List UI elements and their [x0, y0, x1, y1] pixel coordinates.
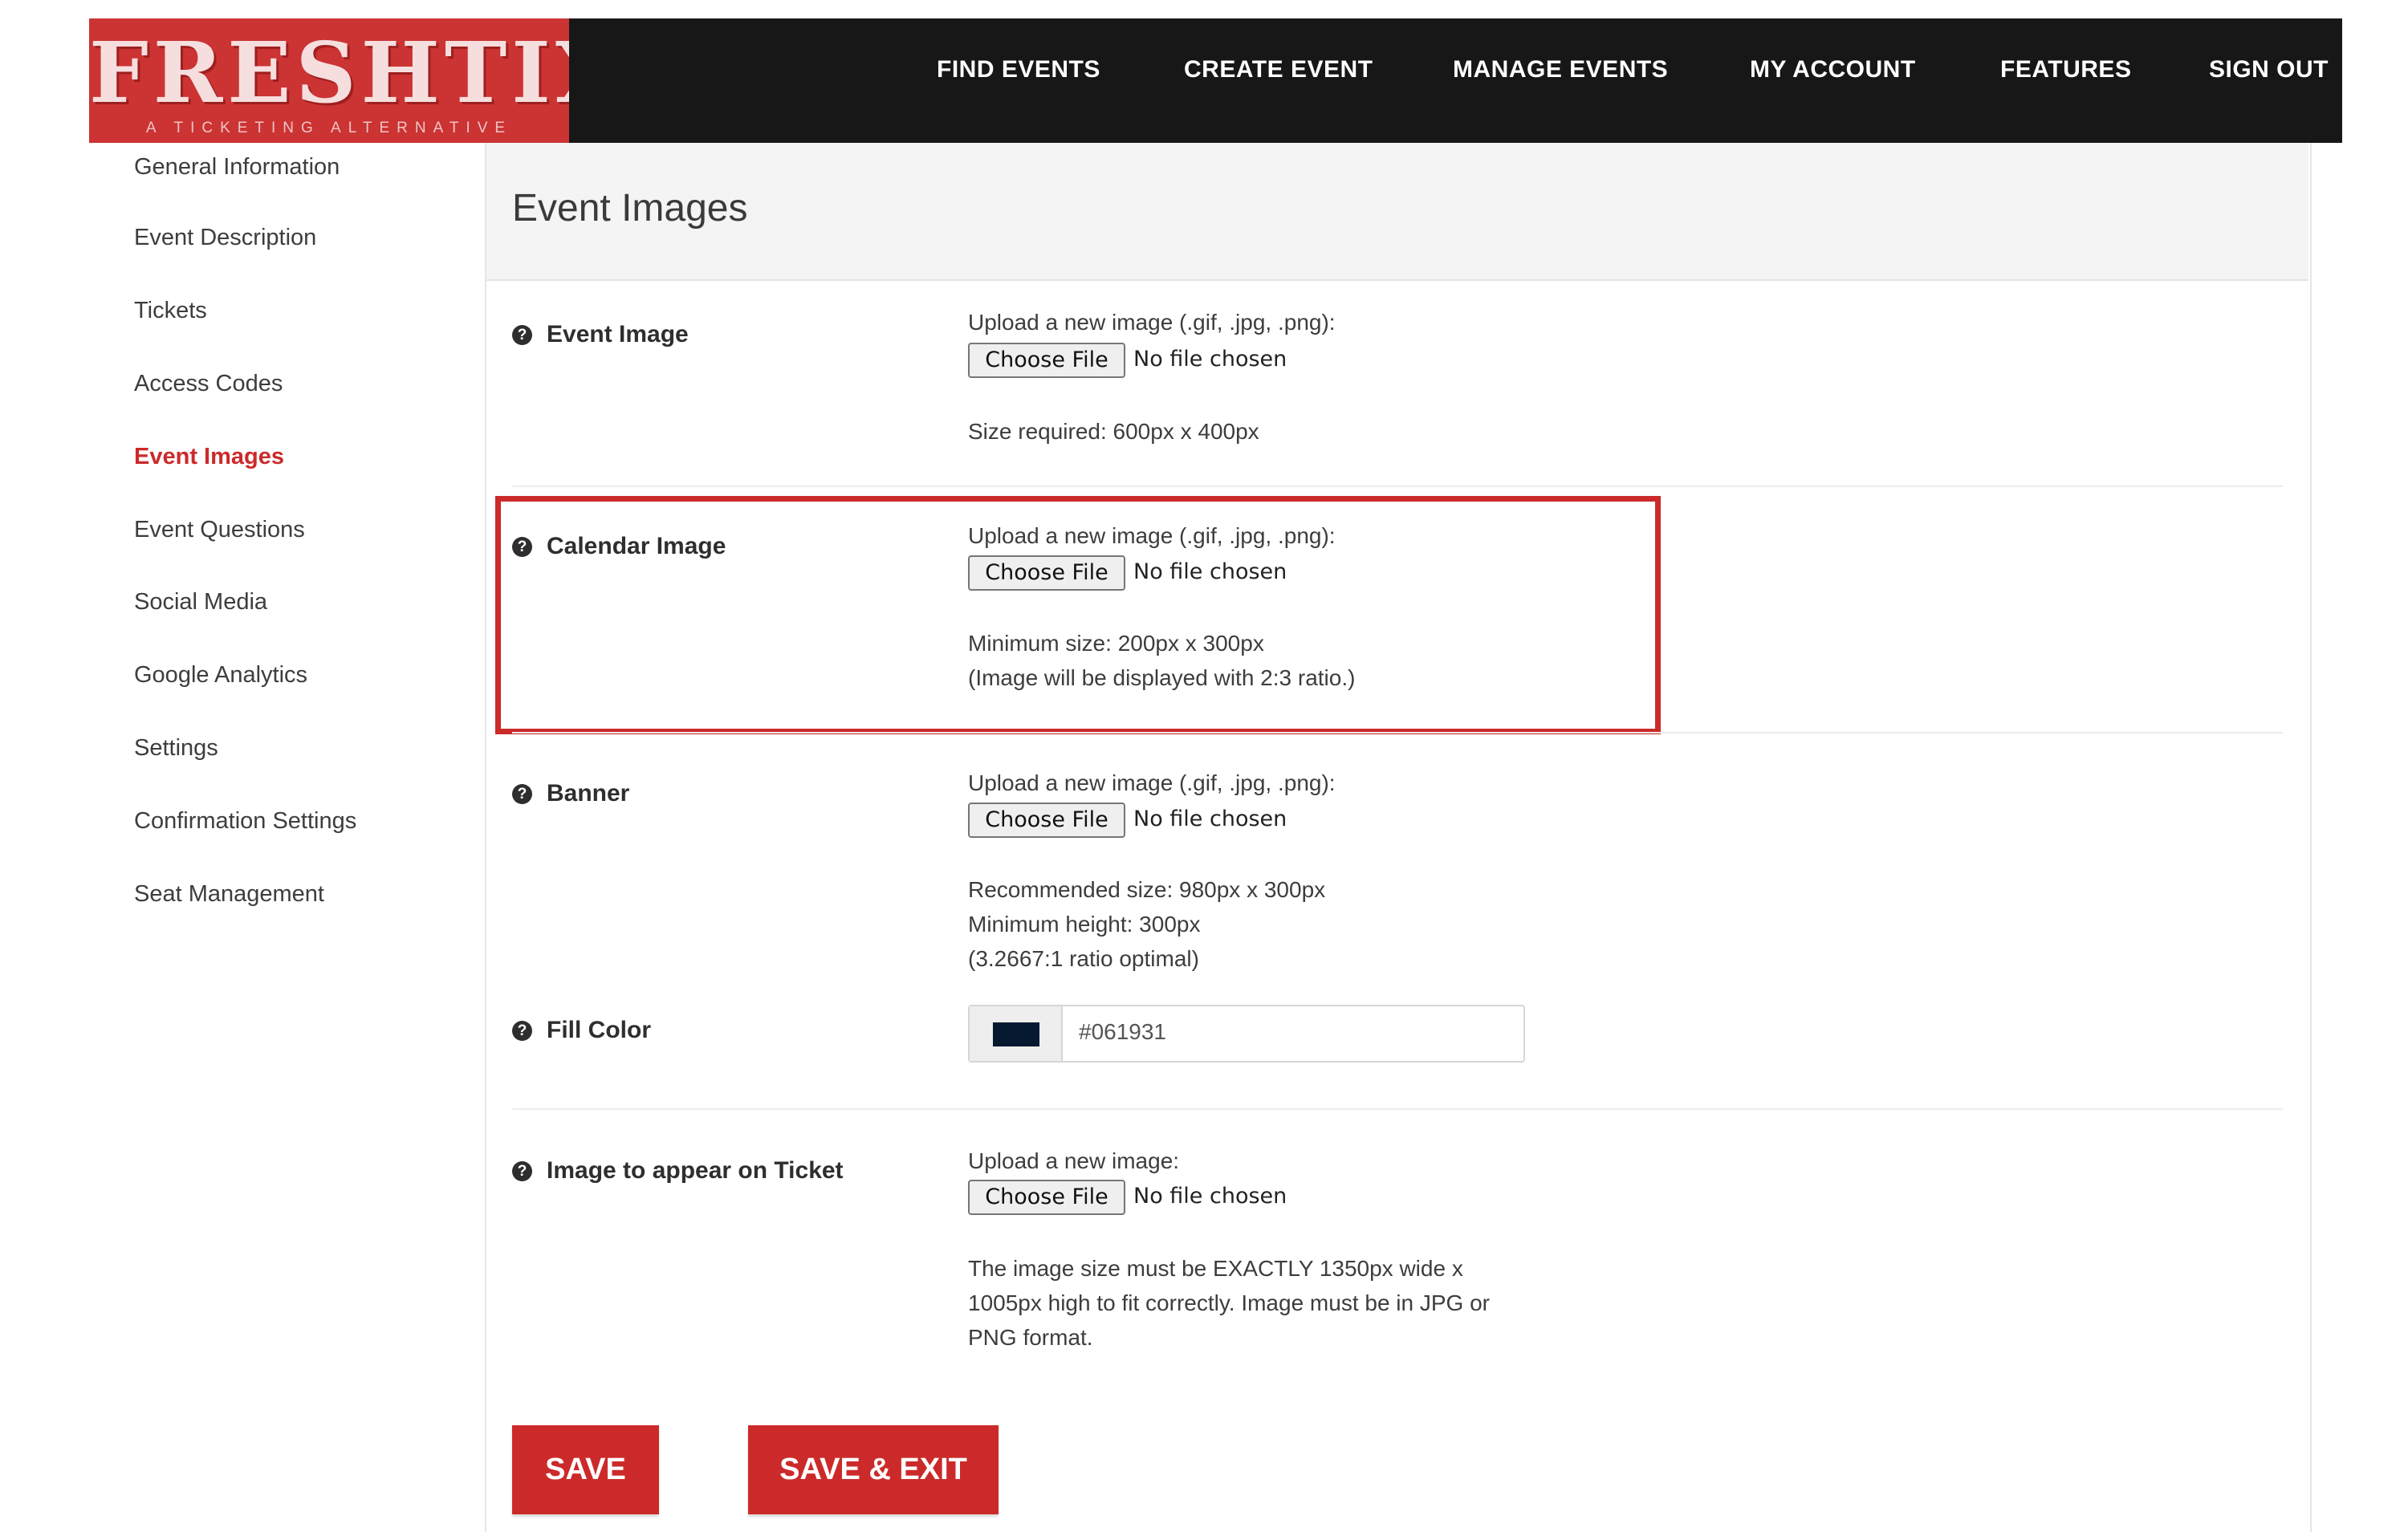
banner-label: Banner: [547, 780, 630, 807]
nav-find-events[interactable]: FIND EVENTS: [937, 56, 1100, 83]
sidebar-item-confirmation-settings[interactable]: Confirmation Settings: [134, 808, 356, 835]
nav-features[interactable]: FEATURES: [2000, 56, 2131, 83]
banner-recommended-size: Recommended size: 980px x 300px: [968, 877, 1326, 902]
help-icon[interactable]: ?: [512, 537, 532, 557]
banner-minimum-height: Minimum height: 300px: [968, 912, 1201, 937]
help-icon[interactable]: ?: [512, 1021, 532, 1041]
save-button[interactable]: SAVE: [512, 1425, 659, 1514]
calendar-image-file-status: No file chosen: [1133, 559, 1287, 584]
nav-my-account[interactable]: MY ACCOUNT: [1750, 56, 1916, 83]
event-images-panel: [485, 143, 2312, 1532]
sidebar-item-access-codes[interactable]: Access Codes: [134, 371, 283, 397]
fill-color-input[interactable]: #061931: [968, 1005, 1525, 1063]
nav-sign-out[interactable]: SIGN OUT: [2209, 56, 2329, 83]
calendar-image-upload-prompt: Upload a new image (.gif, .jpg, .png):: [968, 523, 1336, 548]
logo-wordmark: FRESHTIX: [89, 23, 569, 122]
banner-upload-prompt: Upload a new image (.gif, .jpg, .png):: [968, 770, 1336, 795]
logo-tagline: A TICKETING ALTERNATIVE: [145, 120, 513, 136]
banner-ratio-hint: (3.2667:1 ratio optimal): [968, 946, 1199, 971]
nav-create-event[interactable]: CREATE EVENT: [1184, 56, 1373, 83]
calendar-image-ratio-hint: (Image will be displayed with 2:3 ratio.…: [968, 665, 1356, 690]
calendar-image-choose-file-button[interactable]: Choose File: [968, 555, 1125, 591]
sidebar-item-social-media[interactable]: Social Media: [134, 589, 267, 616]
banner-choose-file-button[interactable]: Choose File: [968, 803, 1125, 838]
ticket-image-choose-file-button[interactable]: Choose File: [968, 1180, 1125, 1215]
sidebar-item-event-description[interactable]: Event Description: [134, 225, 316, 251]
ticket-image-hint-line-3: PNG format.: [968, 1325, 1093, 1350]
sidebar-item-google-analytics[interactable]: Google Analytics: [134, 662, 307, 689]
banner-file-status: No file chosen: [1133, 807, 1287, 831]
fill-color-value[interactable]: #061931: [1079, 1019, 1166, 1045]
event-image-file-status: No file chosen: [1133, 347, 1287, 372]
color-swatch: [993, 1022, 1039, 1046]
ticket-image-hint-line-2: 1005px high to fit correctly. Image must…: [968, 1290, 1491, 1315]
ticket-image-label: Image to appear on Ticket: [547, 1157, 844, 1184]
sidebar-item-settings[interactable]: Settings: [134, 735, 218, 762]
panel-header: [486, 143, 2308, 281]
help-icon[interactable]: ?: [512, 784, 532, 804]
event-image-label: Event Image: [547, 321, 689, 347]
event-image-upload-prompt: Upload a new image (.gif, .jpg, .png):: [968, 310, 1336, 335]
sidebar-item-tickets[interactable]: Tickets: [134, 298, 207, 324]
event-image-choose-file-button[interactable]: Choose File: [968, 343, 1125, 378]
ticket-image-hint-line-1: The image size must be EXACTLY 1350px wi…: [968, 1256, 1463, 1281]
save-and-exit-button[interactable]: SAVE & EXIT: [748, 1425, 999, 1514]
freshtix-logo[interactable]: FRESHTIX A TICKETING ALTERNATIVE: [89, 18, 569, 143]
page-title: Event Images: [512, 187, 748, 230]
ticket-image-file-status: No file chosen: [1133, 1184, 1287, 1209]
help-icon[interactable]: ?: [512, 1161, 532, 1181]
sidebar-item-event-questions[interactable]: Event Questions: [134, 517, 305, 543]
help-icon[interactable]: ?: [512, 325, 532, 345]
nav-manage-events[interactable]: MANAGE EVENTS: [1453, 56, 1668, 83]
color-picker-button[interactable]: [970, 1006, 1063, 1061]
sidebar-item-general-information[interactable]: General Information: [134, 154, 340, 181]
calendar-image-size-hint: Minimum size: 200px x 300px: [968, 631, 1264, 656]
calendar-image-label: Calendar Image: [547, 533, 726, 559]
divider: [512, 486, 2283, 487]
event-image-size-hint: Size required: 600px x 400px: [968, 419, 1259, 444]
fill-color-label: Fill Color: [547, 1017, 651, 1043]
divider: [512, 732, 2283, 733]
sidebar-item-seat-management[interactable]: Seat Management: [134, 881, 324, 908]
divider: [512, 1108, 2283, 1110]
ticket-image-upload-prompt: Upload a new image:: [968, 1148, 1180, 1173]
sidebar-item-event-images[interactable]: Event Images: [134, 444, 284, 470]
